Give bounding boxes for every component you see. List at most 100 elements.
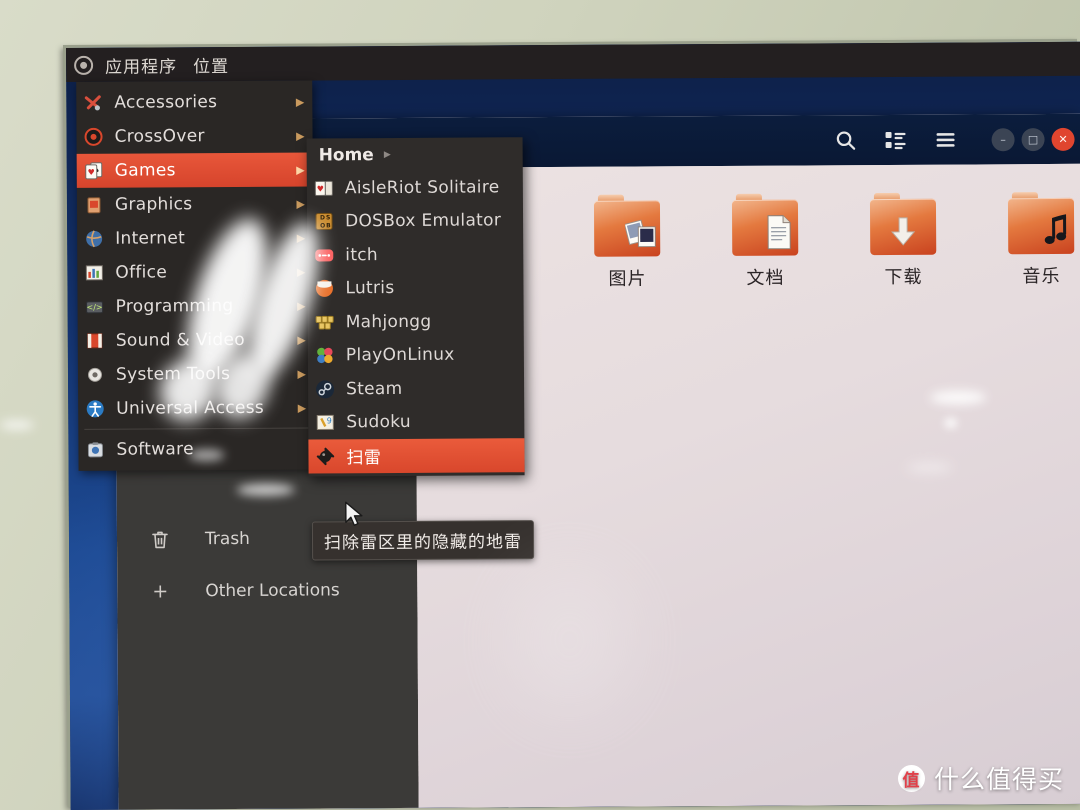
- watermark: 值 什么值得买: [897, 760, 1064, 796]
- menu-item-accessories[interactable]: Accessories ▶: [76, 84, 312, 119]
- menu-item-label: Office: [115, 262, 168, 283]
- maximize-button[interactable]: □: [1021, 127, 1045, 151]
- games-icon: ♠ ♥: [83, 160, 105, 182]
- svg-text:9: 9: [327, 417, 332, 426]
- svg-text:S: S: [326, 215, 330, 222]
- submenu-header-home[interactable]: Home ▶: [307, 140, 523, 171]
- menu-item-crossover[interactable]: CrossOver ▶: [76, 118, 312, 153]
- menu-item-label: Sound & Video: [115, 329, 245, 351]
- plus-icon: +: [152, 580, 169, 603]
- menu-item-label: System Tools: [115, 364, 231, 385]
- sound-video-icon: [84, 330, 106, 352]
- menu-item-aisleriot-solitaire[interactable]: ♥ AisleRiot Solitaire: [307, 170, 523, 205]
- menu-item-steam[interactable]: Steam: [308, 371, 524, 406]
- menu-item-programming[interactable]: </> Programming ▶: [77, 288, 313, 323]
- games-submenu: Home ▶ ♥ AisleRiot Solitaire DSOB DOSBox…: [306, 137, 525, 477]
- menu-item-label: itch: [345, 244, 379, 266]
- folder-item-pictures[interactable]: 图片: [577, 194, 678, 291]
- screen-glare: [0, 420, 34, 430]
- menu-item-playonlinux[interactable]: PlayOnLinux: [308, 338, 524, 373]
- svg-text:♥: ♥: [88, 168, 95, 177]
- menu-item-universal-access[interactable]: Universal Access ▶: [78, 390, 314, 425]
- close-button[interactable]: ✕: [1051, 127, 1075, 151]
- list-view-icon[interactable]: [884, 128, 908, 152]
- menu-item-internet[interactable]: Internet ▶: [77, 220, 313, 255]
- panel-menu-applications[interactable]: 应用程序: [101, 52, 181, 77]
- folder-item-documents[interactable]: 文档: [715, 193, 816, 290]
- folder-label: 下载: [884, 266, 923, 289]
- svg-text:</>: </>: [87, 303, 103, 312]
- menu-item-label: AisleRiot Solitaire: [344, 177, 500, 199]
- svg-text:♥: ♥: [317, 184, 324, 193]
- folder-label: 图片: [608, 268, 647, 290]
- menu-item-office[interactable]: Office ▶: [77, 254, 313, 289]
- submenu-arrow-icon: ▶: [296, 163, 305, 177]
- system-tools-icon: [84, 364, 106, 386]
- menu-item-games[interactable]: ♠ ♥ Games ▶: [76, 152, 313, 188]
- sidebar-item-label: Trash: [204, 528, 251, 550]
- submenu-arrow-icon: ▶: [297, 299, 306, 313]
- menu-item-label: Mahjongg: [345, 311, 432, 333]
- submenu-arrow-icon: ▶: [296, 265, 306, 279]
- submenu-arrow-icon: ▶: [295, 95, 305, 109]
- software-icon: [84, 439, 106, 461]
- monitor-screen: – □ ✕ Trash + Other Locations 图片 文档 下载 音…: [66, 41, 1080, 810]
- menu-item-sudoku[interactable]: 9 Sudoku: [308, 405, 524, 440]
- trash-icon: [149, 529, 171, 550]
- universal-access-icon: [84, 398, 106, 420]
- menu-item-label: Internet: [115, 228, 186, 249]
- internet-icon: [83, 228, 105, 250]
- aisleriot-solitaire-icon: ♥: [313, 177, 335, 199]
- steam-icon: [314, 378, 336, 400]
- watermark-logo-icon: 值: [897, 764, 925, 792]
- menu-item-label: DOSBox Emulator: [345, 210, 502, 232]
- ubuntu-mate-logo-icon[interactable]: [74, 55, 94, 75]
- submenu-arrow-icon: ▶: [297, 401, 307, 415]
- menu-item-sound-video[interactable]: Sound & Video ▶: [78, 322, 314, 357]
- menu-item-label: PlayOnLinux: [345, 344, 455, 366]
- crossover-icon: [82, 126, 104, 148]
- folder-pictures-icon: [593, 194, 661, 257]
- minesweeper-icon: [314, 445, 336, 467]
- search-icon[interactable]: [834, 128, 858, 152]
- folder-item-downloads[interactable]: 下载: [853, 192, 954, 290]
- submenu-arrow-icon: ▶: [296, 197, 305, 211]
- submenu-arrow-icon: ▶: [297, 333, 306, 347]
- top-panel: 应用程序 位置: [66, 41, 1080, 82]
- dosbox-emulator-icon: DSOB: [313, 211, 335, 233]
- menu-item-label: Sudoku: [346, 412, 412, 433]
- submenu-arrow-icon: ▶: [296, 129, 305, 143]
- menu-item-label: Games: [114, 160, 176, 181]
- menu-item-dosbox-emulator[interactable]: DSOB DOSBox Emulator: [307, 204, 523, 239]
- menu-item-system-tools[interactable]: System Tools ▶: [78, 356, 314, 391]
- lutris-icon: [313, 278, 335, 300]
- folder-documents-icon: [731, 193, 799, 256]
- minimize-button[interactable]: –: [991, 127, 1015, 151]
- submenu-arrow-icon: ▶: [296, 231, 306, 245]
- panel-menu-places[interactable]: 位置: [189, 51, 233, 77]
- menu-item-mahjongg[interactable]: Mahjongg: [308, 304, 524, 339]
- mahjongg-icon: [314, 311, 336, 333]
- graphics-icon: [83, 194, 105, 216]
- menu-item-itch[interactable]: itch: [307, 237, 523, 272]
- menu-item-label: 扫雷: [346, 448, 382, 469]
- sidebar-item-label: Other Locations: [205, 580, 340, 602]
- photo-of-monitor: – □ ✕ Trash + Other Locations 图片 文档 下载 音…: [0, 0, 1080, 810]
- menu-item-label: CrossOver: [114, 126, 205, 147]
- mouse-pointer-icon: [345, 501, 365, 532]
- menu-item-label: Steam: [346, 378, 403, 400]
- menu-item-graphics[interactable]: Graphics ▶: [77, 186, 313, 221]
- itch-icon: [313, 244, 335, 266]
- submenu-arrow-icon: ▶: [297, 367, 307, 381]
- menu-item-software[interactable]: Software: [78, 431, 314, 466]
- hamburger-menu-icon[interactable]: [934, 128, 958, 152]
- menu-item-lutris[interactable]: Lutris: [307, 271, 523, 306]
- folder-item-music[interactable]: 音乐: [991, 192, 1080, 289]
- menu-item-minesweeper[interactable]: 扫雷: [308, 438, 525, 474]
- svg-text:B: B: [326, 223, 331, 230]
- programming-icon: </>: [84, 296, 106, 318]
- menu-item-label: Graphics: [114, 194, 193, 215]
- folder-music-icon: [1007, 192, 1075, 255]
- sidebar-item-other-locations[interactable]: + Other Locations: [117, 564, 417, 618]
- submenu-header-label: Home: [318, 145, 374, 166]
